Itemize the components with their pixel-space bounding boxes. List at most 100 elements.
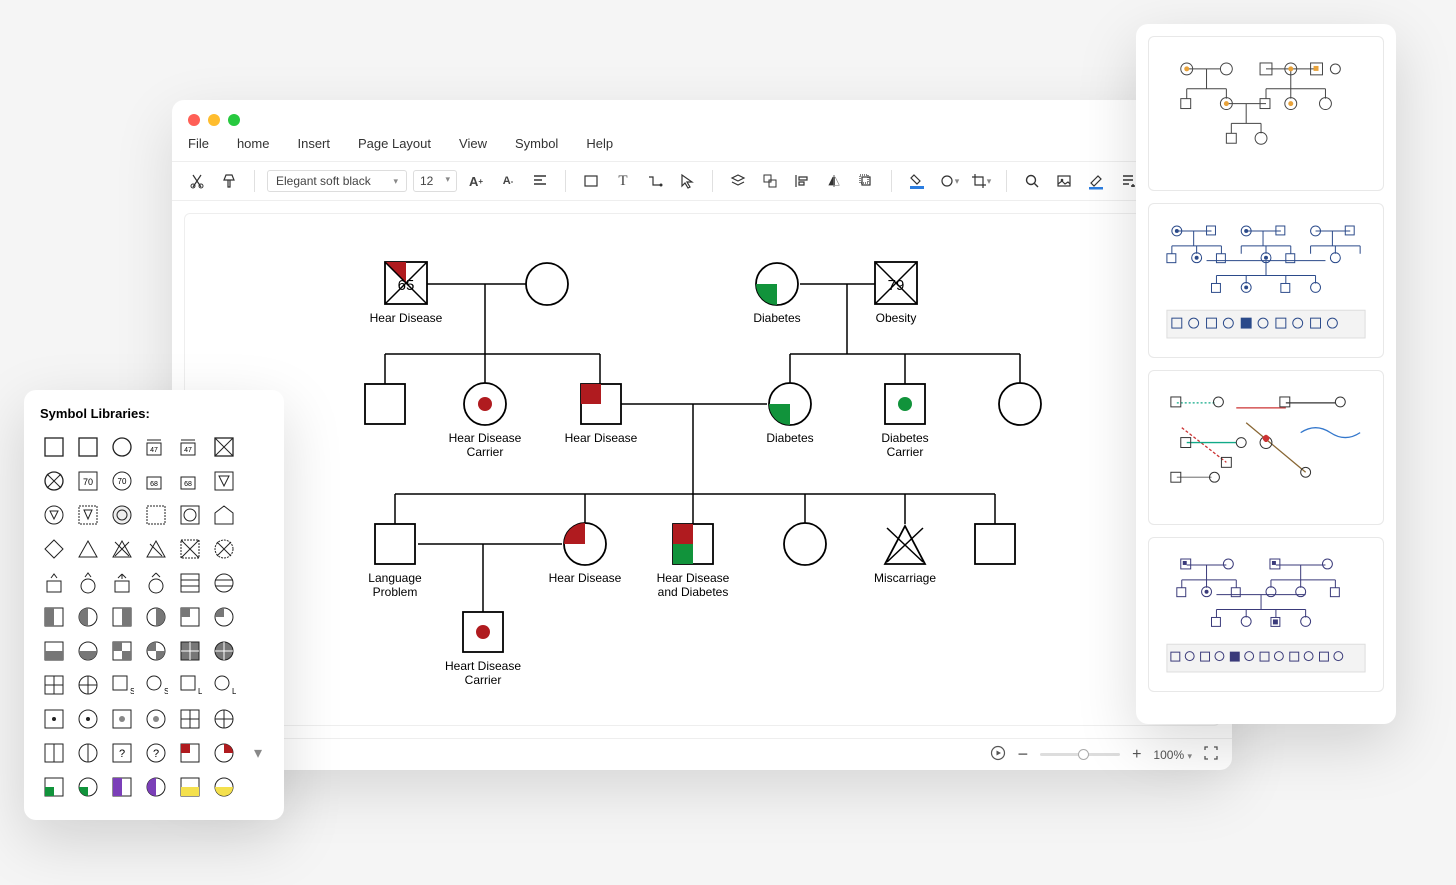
symbol-tri-x[interactable]: [108, 535, 136, 563]
symbol-date-box-1[interactable]: 47: [142, 433, 170, 461]
maximize-window-icon[interactable]: [228, 114, 240, 126]
symbol-deceased-square[interactable]: [210, 433, 238, 461]
symbol-date-68b[interactable]: 68: [176, 467, 204, 495]
symbol-circ-l[interactable]: L: [210, 671, 238, 699]
symbol-scroll-down[interactable]: ▾: [244, 739, 272, 767]
symbol-sq-x[interactable]: [176, 535, 204, 563]
symbol-sq-l[interactable]: L: [176, 671, 204, 699]
menu-file[interactable]: File: [188, 136, 209, 151]
group-button[interactable]: [757, 168, 783, 194]
node-diabetes-female-2[interactable]: Diabetes: [766, 383, 813, 445]
menu-symbol[interactable]: Symbol: [515, 136, 558, 151]
symbol-circ-dot[interactable]: [74, 705, 102, 733]
shape-style-button[interactable]: ▾: [936, 168, 962, 194]
symbol-sq-vline[interactable]: [40, 739, 68, 767]
rectangle-shape-button[interactable]: [578, 168, 604, 194]
layers-button[interactable]: [725, 168, 751, 194]
font-size-select[interactable]: 12▾: [413, 170, 457, 192]
symbol-sq-dash[interactable]: [142, 501, 170, 529]
fullscreen-button[interactable]: [1204, 746, 1218, 763]
symbol-circ-red[interactable]: [210, 739, 238, 767]
node-hear-disease-female-3[interactable]: Hear Disease: [549, 523, 622, 585]
symbol-half-circ-r[interactable]: [142, 603, 170, 631]
zoom-in-button[interactable]: +: [1132, 746, 1141, 764]
symbol-sq-red[interactable]: [176, 739, 204, 767]
symbol-circ-vline[interactable]: [74, 739, 102, 767]
diagram-canvas[interactable]: 65 Hear Disease Hear DiseaseCarrier Hear…: [184, 213, 1220, 726]
node-hear-disease-carrier[interactable]: Hear DiseaseCarrier: [449, 383, 522, 459]
symbol-pet-sq-2[interactable]: [108, 569, 136, 597]
menu-view[interactable]: View: [459, 136, 487, 151]
symbol-tri-x2[interactable]: [142, 535, 170, 563]
minimize-window-icon[interactable]: [208, 114, 220, 126]
node-diabetes-carrier[interactable]: DiabetesCarrier: [881, 384, 928, 459]
symbol-date-box-2[interactable]: 47: [176, 433, 204, 461]
zoom-slider[interactable]: [1040, 753, 1120, 756]
template-4[interactable]: [1148, 537, 1384, 692]
symbol-circle[interactable]: [108, 433, 136, 461]
node-male-child-1[interactable]: [365, 384, 405, 424]
node-hear-disease-65[interactable]: 65 Hear Disease: [370, 262, 443, 325]
symbol-quad-sq[interactable]: [176, 603, 204, 631]
symbol-circ-dash[interactable]: [108, 501, 136, 529]
increase-font-button[interactable]: A+: [463, 168, 489, 194]
symbol-square[interactable]: [40, 433, 68, 461]
symbol-circ-s[interactable]: S: [142, 671, 170, 699]
fill-color-button[interactable]: [904, 168, 930, 194]
node-heart-disease-carrier[interactable]: Heart DiseaseCarrier: [445, 612, 521, 687]
symbol-circ-cross[interactable]: [74, 671, 102, 699]
align-objects-button[interactable]: [789, 168, 815, 194]
template-2[interactable]: [1148, 203, 1384, 358]
template-3[interactable]: [1148, 370, 1384, 525]
pointer-tool-button[interactable]: [674, 168, 700, 194]
symbol-half-sq-l[interactable]: [40, 603, 68, 631]
symbol-circ-diag[interactable]: [142, 637, 170, 665]
symbol-age-70-circ[interactable]: 70: [108, 467, 136, 495]
symbol-sq-diag[interactable]: [108, 637, 136, 665]
node-female-spouse-2[interactable]: [999, 383, 1041, 425]
node-male-child-3[interactable]: [975, 524, 1015, 564]
connector-tool-button[interactable]: [642, 168, 668, 194]
menu-help[interactable]: Help: [586, 136, 613, 151]
symbol-tri-circ[interactable]: [40, 501, 68, 529]
symbol-half-sq-b[interactable]: [40, 637, 68, 665]
symbol-circ-q[interactable]: ?: [142, 739, 170, 767]
symbol-sq-grid[interactable]: [176, 637, 204, 665]
symbol-sq-4[interactable]: [176, 705, 204, 733]
symbol-half-circ-l[interactable]: [74, 603, 102, 631]
node-hear-diabetes-male[interactable]: Hear Diseaseand Diabetes: [657, 524, 730, 599]
node-obesity-79[interactable]: 79 Obesity: [875, 262, 917, 325]
close-window-icon[interactable]: [188, 114, 200, 126]
symbol-circ-4[interactable]: [210, 705, 238, 733]
menu-home[interactable]: home: [237, 136, 270, 151]
node-female-child-3[interactable]: [784, 523, 826, 565]
symbol-deceased-circle[interactable]: [40, 467, 68, 495]
symbol-diamond[interactable]: [40, 535, 68, 563]
node-female-spouse-1[interactable]: [526, 263, 568, 305]
symbol-half-circ-b[interactable]: [74, 637, 102, 665]
font-family-select[interactable]: Elegant soft black▾: [267, 170, 407, 192]
symbol-age-70-sq[interactable]: 70: [74, 467, 102, 495]
menu-page-layout[interactable]: Page Layout: [358, 136, 431, 151]
align-button[interactable]: [527, 168, 553, 194]
node-diabetes-female[interactable]: Diabetes: [753, 263, 800, 325]
node-language-problem[interactable]: LanguageProblem: [368, 524, 422, 599]
template-1[interactable]: [1148, 36, 1384, 191]
cut-button[interactable]: [184, 168, 210, 194]
search-button[interactable]: [1019, 168, 1045, 194]
position-button[interactable]: [853, 168, 879, 194]
symbol-quad-circ[interactable]: [210, 603, 238, 631]
symbol-pentagon[interactable]: [210, 501, 238, 529]
symbol-tri-sq[interactable]: [74, 501, 102, 529]
symbol-sq-purple[interactable]: [108, 773, 136, 801]
decrease-font-button[interactable]: A-: [495, 168, 521, 194]
symbol-triangle-down[interactable]: [210, 467, 238, 495]
symbol-sq-s[interactable]: S: [108, 671, 136, 699]
zoom-value[interactable]: 100% ▾: [1153, 748, 1192, 762]
symbol-half-sq-r[interactable]: [108, 603, 136, 631]
symbol-circ-yellow[interactable]: [210, 773, 238, 801]
symbol-circ-green[interactable]: [74, 773, 102, 801]
format-painter-button[interactable]: [216, 168, 242, 194]
symbol-date-68a[interactable]: 68: [142, 467, 170, 495]
symbol-hatch-sq[interactable]: [176, 569, 204, 597]
